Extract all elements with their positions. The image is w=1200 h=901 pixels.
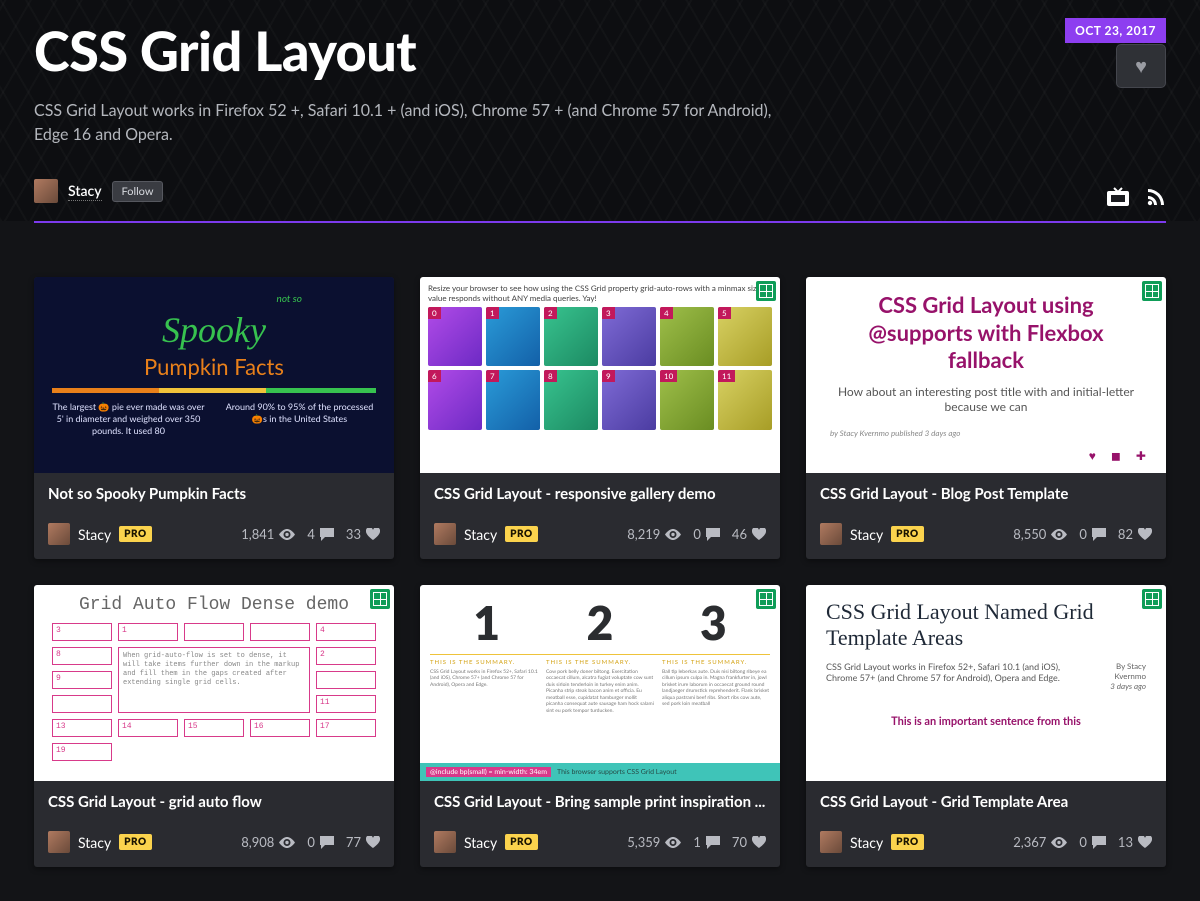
pen-card: CSS Grid Layout Named Grid Template Area… — [806, 585, 1166, 867]
heart-icon — [366, 836, 380, 848]
pen-thumbnail[interactable]: not soSpookyPumpkin FactsThe largest 🎃 p… — [34, 277, 394, 473]
author-link[interactable]: Stacy — [68, 182, 102, 201]
eye-icon — [1051, 837, 1067, 848]
pen-title[interactable]: Not so Spooky Pumpkin Facts — [48, 485, 380, 503]
author-avatar[interactable] — [434, 831, 456, 853]
pro-badge: PRO — [119, 526, 151, 542]
collection-hero: OCT 23, 2017 ♥ CSS Grid Layout CSS Grid … — [0, 0, 1200, 221]
comment-icon — [706, 836, 720, 849]
pro-badge: PRO — [891, 834, 923, 850]
comment-icon — [1092, 528, 1106, 541]
pen-author[interactable]: Stacy — [464, 834, 497, 851]
views-stat[interactable]: 1,841 — [241, 526, 295, 542]
loves-stat[interactable]: 33 — [346, 526, 380, 542]
heart-icon — [752, 528, 766, 540]
heart-icon — [752, 836, 766, 848]
pen-card: 123THIS IS THE SUMMARY.CSS Grid Layout w… — [420, 585, 780, 867]
pen-card: not soSpookyPumpkin FactsThe largest 🎃 p… — [34, 277, 394, 559]
views-stat[interactable]: 2,367 — [1013, 834, 1067, 850]
collection-description: CSS Grid Layout works in Firefox 52 +, S… — [34, 99, 774, 147]
pro-badge: PRO — [891, 526, 923, 542]
loves-stat[interactable]: 13 — [1118, 834, 1152, 850]
comment-icon — [706, 528, 720, 541]
pen-card: Grid Auto Flow Dense demo31482When grid-… — [34, 585, 394, 867]
pen-thumbnail[interactable]: CSS Grid Layout using @supports with Fle… — [806, 277, 1166, 473]
comments-stat[interactable]: 0 — [307, 834, 334, 850]
views-stat[interactable]: 8,219 — [627, 526, 681, 542]
pen-author[interactable]: Stacy — [850, 834, 883, 851]
eye-icon — [665, 529, 681, 540]
comment-icon — [320, 836, 334, 849]
heart-icon: ♥ — [1135, 54, 1147, 79]
comment-icon — [1092, 836, 1106, 849]
comments-stat[interactable]: 4 — [307, 526, 334, 542]
pen-title[interactable]: CSS Grid Layout - Bring sample print ins… — [434, 793, 766, 811]
pen-title[interactable]: CSS Grid Layout - Grid Template Area — [820, 793, 1152, 811]
views-stat[interactable]: 8,550 — [1013, 526, 1067, 542]
pen-title[interactable]: CSS Grid Layout - Blog Post Template — [820, 485, 1152, 503]
grid-icon — [1142, 589, 1162, 609]
comments-stat[interactable]: 0 — [1079, 526, 1106, 542]
comments-stat[interactable]: 1 — [693, 834, 720, 850]
rss-icon[interactable] — [1146, 187, 1166, 207]
pen-thumbnail[interactable]: 123THIS IS THE SUMMARY.CSS Grid Layout w… — [420, 585, 780, 781]
tv-mode-icon[interactable] — [1106, 187, 1130, 207]
grid-icon — [756, 281, 776, 301]
comments-stat[interactable]: 0 — [693, 526, 720, 542]
pen-thumbnail[interactable]: Resize your browser to see how using the… — [420, 277, 780, 473]
loves-stat[interactable]: 70 — [732, 834, 766, 850]
pro-badge: PRO — [505, 834, 537, 850]
views-stat[interactable]: 5,359 — [627, 834, 681, 850]
pen-title[interactable]: CSS Grid Layout - responsive gallery dem… — [434, 485, 766, 503]
author-avatar[interactable] — [34, 179, 58, 203]
heart-icon — [366, 528, 380, 540]
love-collection-button[interactable]: ♥ — [1116, 44, 1166, 88]
pen-author[interactable]: Stacy — [78, 834, 111, 851]
loves-stat[interactable]: 46 — [732, 526, 766, 542]
author-avatar[interactable] — [820, 831, 842, 853]
views-stat[interactable]: 8,908 — [241, 834, 295, 850]
pen-thumbnail[interactable]: CSS Grid Layout Named Grid Template Area… — [806, 585, 1166, 781]
author-avatar[interactable] — [48, 523, 70, 545]
loves-stat[interactable]: 77 — [346, 834, 380, 850]
heart-icon — [1138, 528, 1152, 540]
heart-icon — [1138, 836, 1152, 848]
pen-author[interactable]: Stacy — [78, 526, 111, 543]
grid-icon — [756, 589, 776, 609]
pen-author[interactable]: Stacy — [464, 526, 497, 543]
collection-title: CSS Grid Layout — [34, 18, 1166, 83]
date-badge: OCT 23, 2017 — [1065, 18, 1166, 43]
eye-icon — [665, 837, 681, 848]
comment-icon — [320, 528, 334, 541]
pro-badge: PRO — [505, 526, 537, 542]
pen-card: CSS Grid Layout using @supports with Fle… — [806, 277, 1166, 559]
eye-icon — [1051, 529, 1067, 540]
author-avatar[interactable] — [434, 523, 456, 545]
author-avatar[interactable] — [820, 523, 842, 545]
pen-thumbnail[interactable]: Grid Auto Flow Dense demo31482When grid-… — [34, 585, 394, 781]
comments-stat[interactable]: 0 — [1079, 834, 1106, 850]
author-avatar[interactable] — [48, 831, 70, 853]
grid-icon — [370, 589, 390, 609]
eye-icon — [279, 837, 295, 848]
pro-badge: PRO — [119, 834, 151, 850]
loves-stat[interactable]: 82 — [1118, 526, 1152, 542]
grid-icon — [1142, 281, 1162, 301]
pen-grid: not soSpookyPumpkin FactsThe largest 🎃 p… — [0, 277, 1200, 901]
follow-button[interactable]: Follow — [112, 181, 164, 202]
pen-title[interactable]: CSS Grid Layout - grid auto flow — [48, 793, 380, 811]
pen-card: Resize your browser to see how using the… — [420, 277, 780, 559]
eye-icon — [279, 529, 295, 540]
pen-author[interactable]: Stacy — [850, 526, 883, 543]
